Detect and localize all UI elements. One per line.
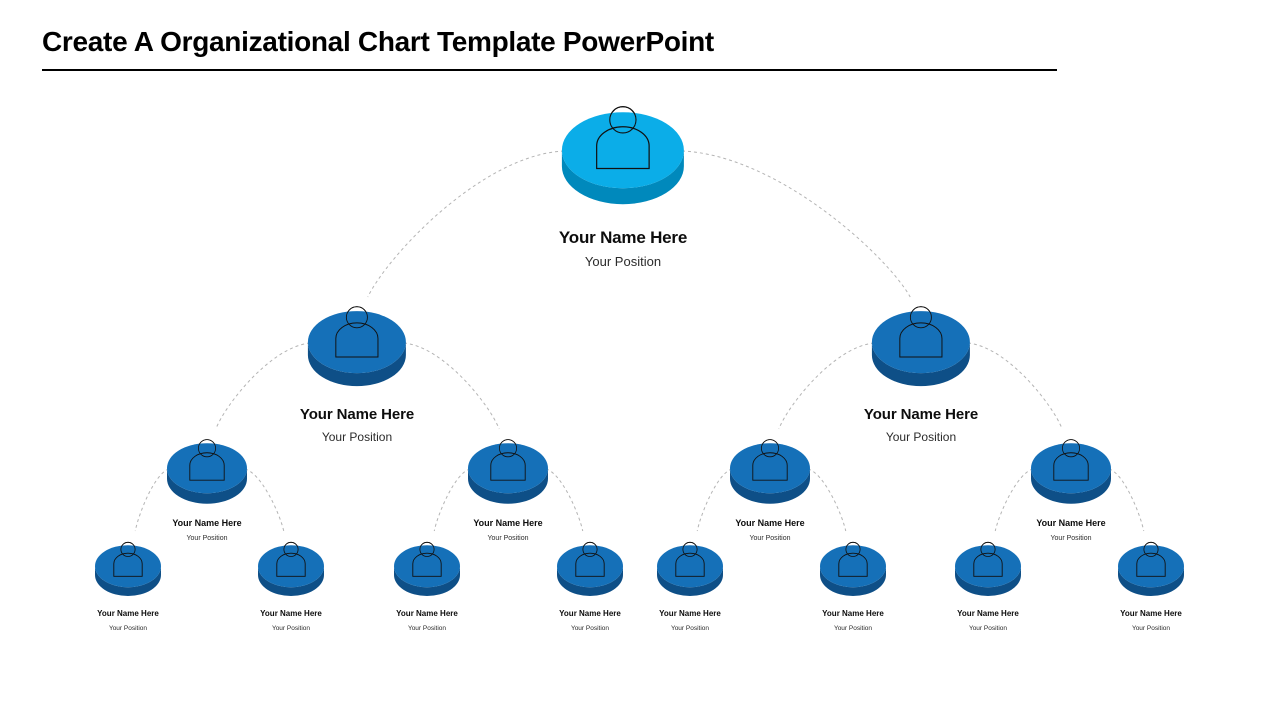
node-name-label: Your Name Here [473,517,543,528]
node-disc [95,544,161,587]
org-node-level-4[interactable]: Your Name Here Your Position [92,523,164,634]
node-name-label: Your Name Here [396,608,458,618]
node-avatar[interactable] [92,523,164,601]
node-avatar[interactable] [952,523,1024,601]
node-name-label: Your Name Here [822,608,884,618]
connector-line [967,342,1063,430]
node-position-label: Your Position [407,624,447,632]
connector-line [807,468,847,532]
node-avatar[interactable] [654,523,726,601]
org-node-level-4[interactable]: Your Name Here Your Position [817,523,889,634]
node-name-label: Your Name Here [1036,517,1106,528]
node-disc [955,544,1021,587]
node-position-label: Your Position [570,624,610,632]
connector-line [1108,468,1145,532]
node-disc [307,310,406,373]
node-avatar[interactable] [305,282,409,391]
org-node-level-1[interactable]: Your Name Here Your Position [559,78,687,271]
node-position-label: Your Position [487,534,529,542]
node-position-label: Your Position [749,534,791,542]
node-name-label: Your Name Here [558,227,688,247]
connector-line [681,150,911,298]
org-node-level-4[interactable]: Your Name Here Your Position [654,523,726,634]
node-name-label: Your Name Here [97,608,159,618]
node-avatar[interactable] [817,523,889,601]
node-disc [1031,442,1111,493]
node-disc [562,111,684,188]
node-avatar[interactable] [1028,418,1114,508]
connector-line [778,342,875,430]
org-node-level-2[interactable]: Your Name Here Your Position [864,282,978,446]
node-name-label: Your Name Here [299,405,415,423]
org-node-level-4[interactable]: Your Name Here Your Position [1115,523,1187,634]
org-node-level-4[interactable]: Your Name Here Your Position [255,523,327,634]
org-node-level-3[interactable]: Your Name Here Your Position [164,418,250,544]
node-avatar[interactable] [164,418,250,508]
node-disc [258,544,324,587]
org-node-level-3[interactable]: Your Name Here Your Position [465,418,551,544]
connector-line [403,342,500,430]
node-position-label: Your Position [1131,624,1171,632]
node-disc [167,442,247,493]
org-node-level-4[interactable]: Your Name Here Your Position [391,523,463,634]
node-avatar[interactable] [391,523,463,601]
node-disc [871,310,970,373]
node-disc [820,544,886,587]
connector-line [244,468,285,532]
org-node-level-3[interactable]: Your Name Here Your Position [1028,418,1114,544]
node-position-label: Your Position [1050,534,1092,542]
node-name-label: Your Name Here [172,517,242,528]
node-disc [468,442,548,493]
node-name-label: Your Name Here [735,517,805,528]
node-position-label: Your Position [833,624,873,632]
node-position-label: Your Position [968,624,1008,632]
node-avatar[interactable] [554,523,626,601]
node-disc [657,544,723,587]
node-position-label: Your Position [321,429,393,444]
node-name-label: Your Name Here [1120,608,1182,618]
node-name-label: Your Name Here [659,608,721,618]
node-disc [394,544,460,587]
node-avatar[interactable] [255,523,327,601]
connector-line [367,150,565,298]
node-disc [730,442,810,493]
node-avatar[interactable] [1115,523,1187,601]
connector-line [545,468,584,532]
org-node-level-4[interactable]: Your Name Here Your Position [952,523,1024,634]
node-position-label: Your Position [271,624,311,632]
node-name-label: Your Name Here [559,608,621,618]
org-node-level-3[interactable]: Your Name Here Your Position [727,418,813,544]
org-node-level-2[interactable]: Your Name Here Your Position [300,282,414,446]
node-name-label: Your Name Here [863,405,979,423]
connector-line [215,342,311,430]
node-position-label: Your Position [108,624,148,632]
org-chart: Your Name Here Your Position Your Name Her… [0,0,1280,720]
node-position-label: Your Position [584,253,662,269]
node-name-label: Your Name Here [957,608,1019,618]
node-name-label: Your Name Here [260,608,322,618]
node-position-label: Your Position [186,534,228,542]
node-avatar[interactable] [465,418,551,508]
node-avatar[interactable] [559,78,687,209]
org-node-level-4[interactable]: Your Name Here Your Position [554,523,626,634]
slide-canvas: Create A Organizational Chart Template P… [0,0,1280,720]
node-avatar[interactable] [869,282,973,391]
node-position-label: Your Position [885,429,957,444]
node-position-label: Your Position [670,624,710,632]
node-avatar[interactable] [727,418,813,508]
node-disc [557,544,623,587]
node-disc [1118,544,1184,587]
